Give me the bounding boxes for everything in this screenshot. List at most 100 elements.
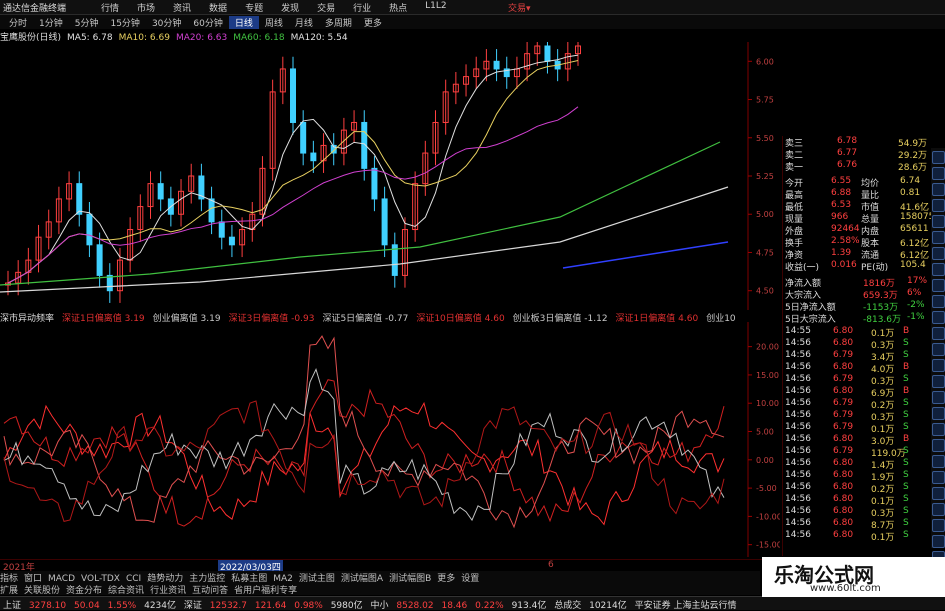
tick-side: S <box>903 374 909 384</box>
flow-percent: 6% <box>907 288 922 298</box>
ext-tab-5[interactable]: 互动问答 <box>192 586 228 596</box>
ext-tab-4[interactable]: 行业资讯 <box>150 586 186 596</box>
side-tool-icon[interactable] <box>932 487 945 500</box>
ext-tab-3[interactable]: 综合资讯 <box>108 586 144 596</box>
side-tool-icon[interactable] <box>932 167 945 180</box>
menu-item-5[interactable]: 发现 <box>272 1 308 14</box>
period-10[interactable]: 更多 <box>358 16 388 29</box>
period-4[interactable]: 30分钟 <box>146 16 187 29</box>
tick-price: 6.79 <box>833 410 854 420</box>
side-tool-icon[interactable] <box>932 327 945 340</box>
side-tool-icon[interactable] <box>932 503 945 516</box>
side-tool-icon[interactable] <box>932 295 945 308</box>
menu-item-0[interactable]: 行情 <box>92 1 128 14</box>
side-tool-icon[interactable] <box>932 407 945 420</box>
ext-tab-0[interactable]: 扩展 <box>0 586 18 596</box>
price-chart[interactable]: 6.00 5.75 5.50 5.25 5.00 4.75 4.50 <box>0 42 780 310</box>
ext-tab-2[interactable]: 资金分布 <box>66 586 102 596</box>
menu-item-4[interactable]: 专题 <box>236 1 272 14</box>
quote-row: 14:56 6.80 1.4万 S <box>783 458 930 471</box>
ma-legend: 宝鹰股份(日线) MA5: 6.78 MA10: 6.69 MA20: 6.63 MA6… <box>0 30 740 43</box>
stat-value: 1.39 <box>831 248 852 258</box>
quote-row: 14:56 6.80 0.1万 S <box>783 494 930 507</box>
quote-row: 净流入额 1816万 17% <box>783 276 930 289</box>
stat-value: 6.88 <box>831 188 852 198</box>
osc-tick: 5.00 <box>756 428 774 437</box>
menu-item-6[interactable]: 交易 <box>308 1 344 14</box>
period-5[interactable]: 60分钟 <box>187 16 228 29</box>
period-toolbar: 分时 1分钟 5分钟 15分钟 30分钟 60分钟 日线 周线 月线 多周期 更多 <box>0 15 945 29</box>
stat-value: 2.58% <box>831 236 860 246</box>
tick-price: 6.80 <box>833 506 854 516</box>
period-0[interactable]: 分时 <box>3 16 33 29</box>
main-menu: 行情 市场 资讯 数据 专题 发现 交易 行业 热点 L1L2 <box>92 1 456 14</box>
menu-item-8[interactable]: 热点 <box>380 1 416 14</box>
period-9[interactable]: 多周期 <box>319 16 358 29</box>
tick-side: B <box>903 386 910 396</box>
side-tool-icon[interactable] <box>932 471 945 484</box>
price-tick: 5.25 <box>756 172 774 181</box>
ask-price: 6.76 <box>837 160 858 170</box>
side-tool-icon[interactable] <box>932 519 945 532</box>
side-tool-icon[interactable] <box>932 279 945 292</box>
side-tool-icon[interactable] <box>932 439 945 452</box>
side-tool-icon[interactable] <box>932 247 945 260</box>
side-tool-icon[interactable] <box>932 535 945 548</box>
stat-value: 65611 <box>900 224 929 234</box>
menu-item-7[interactable]: 行业 <box>344 1 380 14</box>
tick-time: 14:56 <box>785 410 811 420</box>
candle-body <box>208 198 215 223</box>
tick-price: 6.80 <box>833 362 854 372</box>
period-7[interactable]: 周线 <box>259 16 289 29</box>
tick-price: 6.80 <box>833 338 854 348</box>
extension-tabs: 扩展 关联股份 资金分布 综合资讯 行业资讯 互动问答 省用户福利专享 <box>0 583 760 596</box>
period-3[interactable]: 15分钟 <box>104 16 145 29</box>
flow-value: -813.6万 <box>863 315 902 325</box>
quote-row: 14:56 6.80 1.9万 S <box>783 470 930 483</box>
ext-tab-1[interactable]: 关联股份 <box>24 586 60 596</box>
menu-item-9[interactable]: L1L2 <box>416 1 455 14</box>
zx-label: 中小 <box>370 601 389 611</box>
sz-percent: 0.98% <box>294 601 323 611</box>
tick-time: 14:56 <box>785 494 811 504</box>
side-tool-icon[interactable] <box>932 231 945 244</box>
tick-price: 6.80 <box>833 386 854 396</box>
menu-item-2[interactable]: 资讯 <box>164 1 200 14</box>
quote-row: 14:56 6.79 0.3万 S <box>783 374 930 387</box>
period-6[interactable]: 日线 <box>228 16 259 29</box>
side-tool-icon[interactable] <box>932 263 945 276</box>
menu-item-1[interactable]: 市场 <box>128 1 164 14</box>
candle-body <box>96 244 103 276</box>
oscillator-chart[interactable]: 20.00 15.00 10.00 5.00 0.00 -5.00 -10.00 -15.00 <box>0 322 780 557</box>
date-end: 6 <box>548 560 554 570</box>
side-tool-icon[interactable] <box>932 359 945 372</box>
indicator-tabs: 指标 窗口 MACD VOL-TDX CCI 趋势动力 主力监控 私募主图 MA2 测试主图 测试幅… <box>0 571 760 584</box>
side-tool-icon[interactable] <box>932 423 945 436</box>
price-tick: 5.75 <box>756 96 774 105</box>
tick-price: 6.79 <box>833 446 854 456</box>
tick-time: 14:56 <box>785 482 811 492</box>
stat-value: 966 <box>831 212 849 222</box>
candle-body <box>86 213 93 246</box>
period-2[interactable]: 5分钟 <box>69 16 105 29</box>
side-tool-icon[interactable] <box>932 215 945 228</box>
tick-time: 14:56 <box>785 458 811 468</box>
side-tool-icon[interactable] <box>932 375 945 388</box>
side-tool-icon[interactable] <box>932 343 945 356</box>
period-1[interactable]: 1分钟 <box>33 16 69 29</box>
trade-menu[interactable]: 交易▾ <box>508 1 531 14</box>
side-tool-icon[interactable] <box>932 455 945 468</box>
side-tool-icon[interactable] <box>932 183 945 196</box>
menu-item-3[interactable]: 数据 <box>200 1 236 14</box>
side-tool-icon[interactable] <box>932 391 945 404</box>
side-tool-icon[interactable] <box>932 199 945 212</box>
ext-tab-6[interactable]: 省用户福利专享 <box>234 586 297 596</box>
tick-side: S <box>903 422 909 432</box>
stat-value: 6.53 <box>831 200 852 210</box>
quote-row: 14:56 6.80 4.0万 B <box>783 362 930 375</box>
side-tool-icon[interactable] <box>932 151 945 164</box>
period-8[interactable]: 月线 <box>289 16 319 29</box>
sh-percent: 1.55% <box>107 601 137 611</box>
zx-percent: 0.22% <box>475 601 504 611</box>
side-tool-icon[interactable] <box>932 311 945 324</box>
